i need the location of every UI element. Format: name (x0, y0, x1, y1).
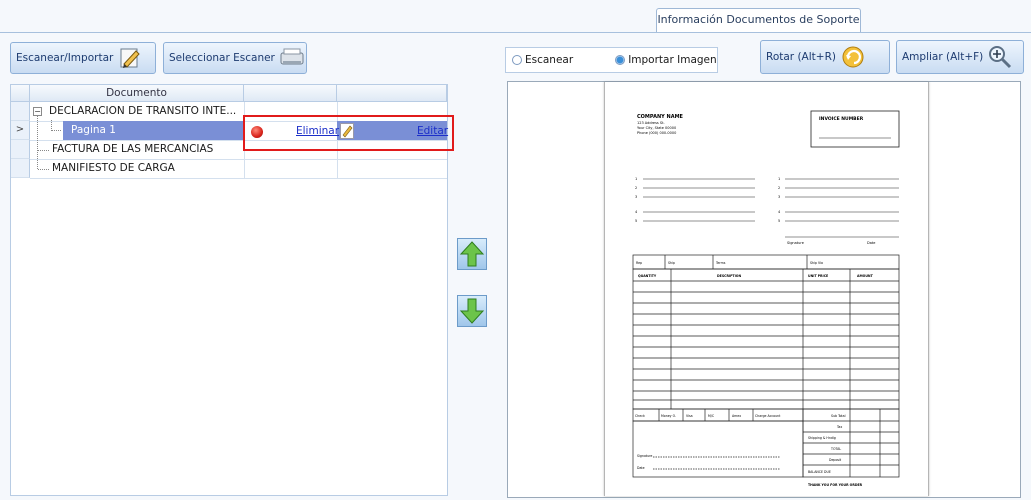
preview-sign-line: Date (637, 466, 645, 470)
rotate-button[interactable]: Rotar (Alt+R) (760, 40, 890, 74)
row-indicator[interactable] (11, 159, 30, 178)
preview-left-line-num: 2 (635, 186, 637, 190)
grid-hline (30, 178, 447, 179)
radio-scan[interactable] (512, 55, 522, 65)
radio-scan-label[interactable]: Escanear (525, 54, 573, 66)
delete-link[interactable]: Eliminar (296, 125, 339, 137)
radio-import[interactable] (615, 55, 626, 65)
tab-strip: Información Documentos de Soporte (0, 0, 1031, 33)
preview-bottom-col: Money O. (661, 414, 676, 418)
zoom-in-icon (987, 45, 1013, 69)
preview-right-line-num: 2 (778, 186, 780, 190)
preview-sig-label: Date (867, 241, 875, 245)
scan-edit-icon (117, 46, 143, 70)
preview-right-line-num: 3 (778, 195, 780, 199)
tree-connector (38, 150, 49, 152)
document-preview-page: COMPANY NAME 123 Address St. Your City, … (604, 82, 929, 496)
preview-item-header: QUANTITY (638, 274, 657, 278)
preview-total-label: Sub Total (831, 414, 846, 418)
tree-item-manifiesto[interactable]: MANIFIESTO DE CARGA (52, 159, 244, 178)
tree-connector (37, 112, 39, 169)
select-scanner-button[interactable]: Seleccionar Escaner (163, 42, 307, 74)
preview-info-col: Ship Via (810, 261, 823, 265)
rotate-icon (840, 45, 866, 69)
preview-invoice-label: INVOICE NUMBER (819, 116, 864, 122)
tree-item-factura[interactable]: FACTURA DE LAS MERCANCIAS (52, 140, 244, 159)
preview-company-line: 123 Address St. (637, 121, 665, 125)
edit-link[interactable]: Editar (417, 125, 448, 137)
arrow-down-icon (459, 298, 485, 324)
tree-connector (38, 169, 49, 171)
tree-item-pagina-1[interactable]: Pagina 1 (71, 121, 241, 140)
preview-info-col: Terms (715, 261, 726, 265)
move-down-button[interactable] (457, 295, 487, 327)
preview-item-header: AMOUNT (857, 274, 874, 278)
row-indicator[interactable] (11, 102, 30, 121)
scan-import-label: Escanear/Importar (16, 52, 114, 64)
invoice-preview: COMPANY NAME 123 Address St. Your City, … (632, 110, 900, 487)
arrow-up-icon (459, 241, 485, 267)
preview-bottom-col: Visa (686, 414, 693, 418)
preview-left-line-num: 5 (635, 219, 637, 223)
edit-icon[interactable] (340, 123, 354, 139)
collapse-icon[interactable]: − (33, 107, 42, 116)
move-up-button[interactable] (457, 238, 487, 270)
row-indicator[interactable] (11, 140, 30, 159)
column-header-edit (337, 85, 447, 102)
preview-item-header: DESCRIPTION (717, 274, 742, 278)
preview-bottom-col: Charge Account (755, 414, 781, 418)
preview-info-col: Rep (636, 261, 642, 265)
preview-sign-line: Signature (637, 454, 652, 458)
actions-highlight-box: Eliminar Editar (243, 115, 454, 151)
preview-bottom-col: M/C (708, 414, 715, 418)
column-header-documento[interactable]: Documento (30, 85, 244, 102)
rotate-label: Rotar (Alt+R) (766, 51, 836, 63)
preview-left-line-num: 4 (635, 210, 638, 214)
scan-import-button[interactable]: Escanear/Importar (10, 42, 156, 74)
zoom-label: Ampliar (Alt+F) (902, 51, 984, 63)
preview-bottom-col: Amex (732, 414, 741, 418)
preview-total-label: Deposit (829, 458, 842, 462)
preview-left-line-num: 3 (635, 195, 637, 199)
tree-item-declaracion[interactable]: DECLARACION DE TRANSITO INTE... (49, 102, 244, 121)
preview-right-line-num: 1 (778, 177, 780, 181)
delete-icon[interactable] (251, 126, 263, 138)
source-mode-group: Escanear Importar Imagen (505, 47, 718, 73)
tree-connector (51, 130, 61, 132)
preview-right-line-num: 5 (778, 219, 780, 223)
tab-documentos-soporte[interactable]: Información Documentos de Soporte (656, 8, 861, 32)
preview-total-label: BALANCE DUE (808, 470, 831, 474)
zoom-button[interactable]: Ampliar (Alt+F) (896, 40, 1024, 74)
row-indicator-current[interactable]: > (11, 121, 30, 140)
preview-bottom-col: Check (635, 414, 645, 418)
preview-company-line: Your City, State 00000 (637, 126, 676, 130)
preview-item-header: UNIT PRICE (808, 274, 828, 278)
column-header-delete (244, 85, 337, 102)
grid-corner (11, 85, 30, 102)
preview-total-label: Shipping & Hndlg (808, 436, 836, 440)
preview-left-line-num: 1 (635, 177, 637, 181)
preview-info-col: Ship (668, 261, 675, 265)
scanner-icon (279, 46, 305, 70)
preview-company: COMPANY NAME (637, 114, 684, 120)
preview-total-label: Tax (836, 425, 842, 429)
radio-import-label[interactable]: Importar Imagen (628, 54, 716, 66)
tab-divider (0, 32, 1031, 33)
preview-total-label: TOTAL (830, 447, 841, 451)
preview-company-line: Phone (000) 000-0000 (637, 131, 676, 135)
preview-right-line-num: 4 (778, 210, 781, 214)
preview-sig-label: Signature (787, 241, 804, 245)
preview-thanks: THANK YOU FOR YOUR ORDER (808, 483, 863, 487)
select-scanner-label: Seleccionar Escaner (169, 52, 275, 64)
